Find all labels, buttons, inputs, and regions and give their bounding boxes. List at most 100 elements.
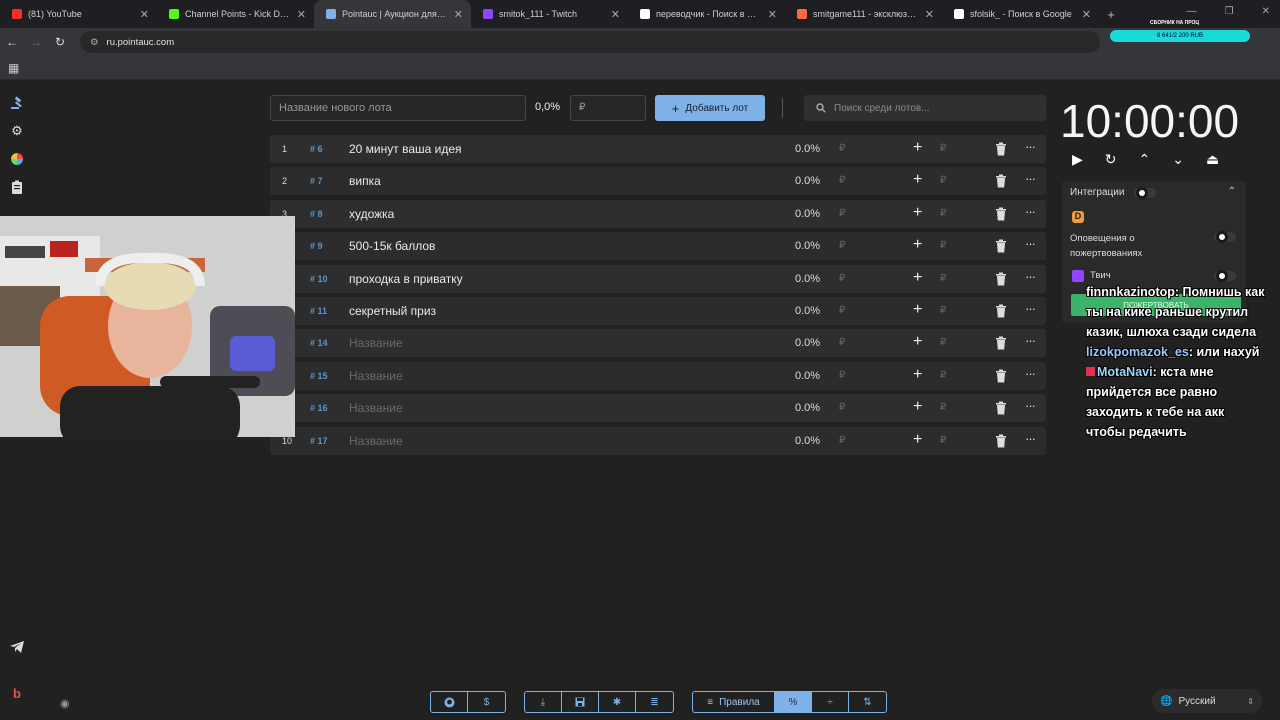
lot-row[interactable]: 2 # 7 випка 0.0% ₽ + ₽ ··· bbox=[270, 167, 1046, 196]
lot-id[interactable]: # 10 bbox=[310, 274, 328, 284]
lot-name[interactable]: Название bbox=[349, 336, 403, 350]
tab-close-icon[interactable]: ✕ bbox=[611, 8, 620, 21]
lot-id[interactable]: # 16 bbox=[310, 403, 328, 413]
donation-alerts-toggle[interactable] bbox=[1214, 231, 1236, 243]
browser-tab[interactable]: Pointauc | Аукцион для стримеров ✕ bbox=[314, 0, 471, 28]
integrations-toggle[interactable] bbox=[1134, 187, 1156, 199]
more-options-icon[interactable]: ··· bbox=[1025, 269, 1036, 284]
more-options-icon[interactable]: ··· bbox=[1025, 333, 1036, 348]
trash-icon[interactable] bbox=[995, 142, 1007, 156]
more-options-icon[interactable]: ··· bbox=[1025, 139, 1036, 154]
browser-tab[interactable]: smitgame111 - эксклюзивный ✕ bbox=[785, 0, 942, 28]
more-options-icon[interactable]: ··· bbox=[1025, 171, 1036, 186]
play-icon[interactable]: ▶ bbox=[1072, 151, 1083, 168]
apps-grid-icon[interactable]: ▦ bbox=[8, 61, 19, 75]
trash-icon[interactable] bbox=[995, 401, 1007, 415]
trash-icon[interactable] bbox=[995, 174, 1007, 188]
lot-name[interactable]: художка bbox=[349, 207, 394, 221]
lot-add-amount-input[interactable]: ₽ bbox=[940, 273, 946, 284]
clear-list-icon[interactable]: ≣ bbox=[636, 692, 673, 712]
lot-add-amount-input[interactable]: ₽ bbox=[940, 175, 946, 186]
double-chevron-up-icon[interactable]: ⏏ bbox=[1206, 151, 1219, 168]
more-options-icon[interactable]: ··· bbox=[1025, 204, 1036, 219]
telegram-icon[interactable] bbox=[8, 638, 26, 656]
sort-toggle[interactable]: ⇅ bbox=[849, 692, 886, 712]
tab-close-icon[interactable]: ✕ bbox=[768, 8, 777, 21]
trash-icon[interactable] bbox=[995, 239, 1007, 253]
trash-icon[interactable] bbox=[995, 272, 1007, 286]
wheel-icon[interactable] bbox=[8, 150, 26, 168]
chevron-down-icon[interactable]: ⌄ bbox=[1172, 151, 1184, 168]
reset-icon[interactable]: ↻ bbox=[1105, 151, 1117, 168]
lot-row[interactable]: 4# 9500-15к баллов0.0%₽+₽··· bbox=[270, 232, 1046, 261]
collapse-icon[interactable]: ⌃ bbox=[1228, 186, 1236, 197]
add-amount-icon[interactable]: + bbox=[913, 236, 922, 254]
browser-tab[interactable]: переводчик - Поиск в Google ✕ bbox=[628, 0, 785, 28]
brand-icon[interactable]: b bbox=[8, 684, 26, 702]
add-amount-icon[interactable]: + bbox=[913, 139, 922, 157]
lot-name[interactable]: проходка в приватку bbox=[349, 272, 463, 286]
trash-icon[interactable] bbox=[995, 207, 1007, 221]
lot-id[interactable]: # 14 bbox=[310, 338, 328, 348]
lot-add-amount-input[interactable]: ₽ bbox=[940, 402, 946, 413]
lot-row[interactable]: 5# 10проходка в приватку0.0%₽+₽··· bbox=[270, 264, 1046, 293]
lot-id[interactable]: # 15 bbox=[310, 371, 328, 381]
lot-search-input[interactable]: Поиск среди лотов... bbox=[804, 95, 1046, 121]
rules-button[interactable]: ≡ Правила bbox=[693, 692, 775, 712]
lot-row[interactable]: 8# 15Название0.0%₽+₽··· bbox=[270, 361, 1046, 390]
add-amount-icon[interactable]: + bbox=[913, 366, 922, 384]
lot-row[interactable]: 10 # 17 Название 0.0% ₽ + ₽ ··· bbox=[270, 426, 1046, 455]
lot-row[interactable]: 6# 11секретный приз0.0%₽+₽··· bbox=[270, 296, 1046, 325]
lot-add-amount-input[interactable]: ₽ bbox=[940, 305, 946, 316]
percent-toggle[interactable]: % bbox=[775, 692, 812, 712]
chevron-up-icon[interactable]: ⌃ bbox=[1139, 151, 1151, 168]
site-info-icon[interactable]: ⚙ bbox=[90, 37, 99, 48]
add-amount-icon[interactable]: + bbox=[913, 398, 922, 416]
tab-close-icon[interactable]: ✕ bbox=[1082, 8, 1091, 21]
tab-close-icon[interactable]: ✕ bbox=[925, 8, 934, 21]
browser-tab[interactable]: Channel Points - Kick Dashboard ✕ bbox=[157, 0, 314, 28]
lot-row[interactable]: 1 # 6 20 минут ваша идея 0.0% ₽ + ₽ ··· bbox=[270, 135, 1046, 163]
browser-tab[interactable]: smitok_111 - Twitch ✕ bbox=[471, 0, 628, 28]
trash-icon[interactable] bbox=[995, 369, 1007, 383]
add-amount-icon[interactable]: + bbox=[913, 204, 922, 222]
new-lot-amount-input[interactable]: ₽ bbox=[570, 95, 646, 121]
add-lot-button[interactable]: + Добавить лот bbox=[655, 95, 765, 121]
lot-id[interactable]: # 8 bbox=[310, 209, 323, 219]
lot-row[interactable]: 9# 16Название0.0%₽+₽··· bbox=[270, 394, 1046, 423]
new-tab-icon[interactable]: + bbox=[1099, 0, 1123, 28]
eye-icon[interactable]: ◉ bbox=[60, 697, 70, 710]
minimize-icon[interactable]: — bbox=[1187, 6, 1197, 17]
lot-add-amount-input[interactable]: ₽ bbox=[940, 208, 946, 219]
more-options-icon[interactable]: ··· bbox=[1025, 398, 1036, 413]
trash-icon[interactable] bbox=[995, 304, 1007, 318]
add-amount-icon[interactable]: + bbox=[913, 301, 922, 319]
bug-icon[interactable]: ✱ bbox=[599, 692, 636, 712]
settings-icon[interactable]: ⚙ bbox=[8, 122, 26, 140]
lot-row[interactable]: 7# 14Название0.0%₽+₽··· bbox=[270, 329, 1046, 358]
lot-id[interactable]: # 11 bbox=[310, 306, 327, 316]
save-icon[interactable] bbox=[562, 692, 599, 712]
add-amount-icon[interactable]: + bbox=[913, 171, 922, 189]
lot-name[interactable]: 500-15к баллов bbox=[349, 239, 435, 253]
back-icon[interactable]: ← bbox=[0, 35, 24, 49]
lot-id[interactable]: # 6 bbox=[310, 144, 323, 154]
lot-name[interactable]: секретный приз bbox=[349, 304, 436, 318]
close-icon[interactable]: ✕ bbox=[1262, 6, 1270, 17]
dollar-icon[interactable]: $ bbox=[468, 692, 505, 712]
lot-id[interactable]: # 17 bbox=[310, 436, 328, 446]
lot-add-amount-input[interactable]: ₽ bbox=[940, 143, 946, 154]
twitch-toggle[interactable] bbox=[1214, 270, 1236, 282]
tab-close-icon[interactable]: ✕ bbox=[297, 8, 306, 21]
more-options-icon[interactable]: ··· bbox=[1025, 301, 1036, 316]
tab-close-icon[interactable]: ✕ bbox=[454, 8, 463, 21]
more-options-icon[interactable]: ··· bbox=[1025, 236, 1036, 251]
lot-name[interactable]: Название bbox=[349, 401, 403, 415]
new-lot-input[interactable]: Название нового лота bbox=[270, 95, 526, 121]
browser-tab[interactable]: (81) YouTube ✕ bbox=[0, 0, 157, 28]
compact-toggle[interactable]: ÷ bbox=[812, 692, 849, 712]
lot-add-amount-input[interactable]: ₽ bbox=[940, 435, 946, 446]
lot-id[interactable]: # 7 bbox=[310, 176, 323, 186]
trash-icon[interactable] bbox=[995, 336, 1007, 350]
more-options-icon[interactable]: ··· bbox=[1025, 431, 1036, 446]
